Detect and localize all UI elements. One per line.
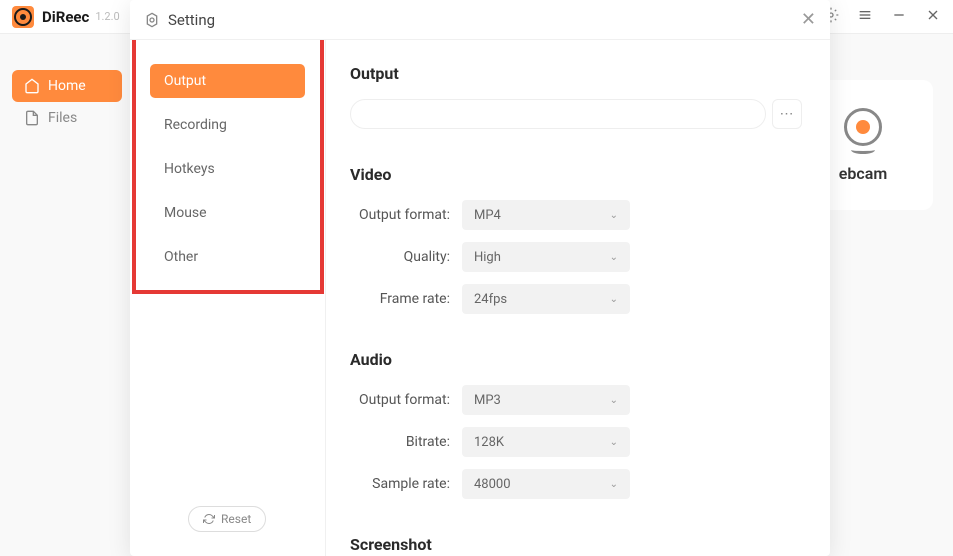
nav-home[interactable]: Home: [12, 70, 122, 102]
webcam-icon: [839, 108, 887, 156]
section-output-title: Output: [350, 64, 802, 83]
home-icon: [24, 78, 40, 94]
video-format-label: Output format:: [350, 207, 462, 223]
settings-content: Output ⋯ Video Output format: MP4 ⌄ Qual…: [326, 40, 830, 556]
settings-modal: Setting ✕ Output Recording Hotkeys Mouse…: [130, 0, 830, 556]
settings-nav: Output Recording Hotkeys Mouse Other Res…: [130, 40, 326, 556]
app-version: 1.2.0: [95, 10, 119, 23]
video-format-select[interactable]: MP4 ⌄: [462, 200, 630, 230]
reset-label: Reset: [221, 512, 251, 526]
audio-format-select[interactable]: MP3 ⌄: [462, 385, 630, 415]
settings-nav-recording[interactable]: Recording: [150, 108, 305, 142]
modal-header: Setting ✕: [130, 0, 830, 40]
refresh-icon: [203, 513, 215, 525]
audio-bitrate-label: Bitrate:: [350, 434, 462, 450]
audio-format-value: MP3: [474, 393, 501, 408]
audio-format-label: Output format:: [350, 392, 462, 408]
video-quality-value: High: [474, 250, 501, 265]
webcam-label: ebcam: [839, 164, 887, 183]
settings-nav-output[interactable]: Output: [150, 64, 305, 98]
section-audio-title: Audio: [350, 350, 802, 369]
nav-files[interactable]: Files: [12, 102, 122, 134]
video-quality-label: Quality:: [350, 249, 462, 265]
chevron-down-icon: ⌄: [610, 210, 618, 221]
ellipsis-icon: ⋯: [780, 106, 795, 122]
modal-close-icon[interactable]: ✕: [801, 9, 816, 30]
section-video-title: Video: [350, 165, 802, 184]
audio-samplerate-select[interactable]: 48000 ⌄: [462, 469, 630, 499]
nav-files-label: Files: [48, 110, 77, 126]
minimize-icon[interactable]: [891, 7, 907, 27]
settings-nav-hotkeys[interactable]: Hotkeys: [150, 152, 305, 186]
output-path-more-button[interactable]: ⋯: [772, 99, 802, 129]
settings-nav-other[interactable]: Other: [150, 240, 305, 274]
file-icon: [24, 110, 40, 126]
reset-button[interactable]: Reset: [188, 506, 266, 532]
chevron-down-icon: ⌄: [610, 479, 618, 490]
video-quality-select[interactable]: High ⌄: [462, 242, 630, 272]
chevron-down-icon: ⌄: [610, 252, 618, 263]
chevron-down-icon: ⌄: [610, 395, 618, 406]
output-path-input[interactable]: [350, 99, 766, 129]
main-sidebar: Home Files: [12, 70, 122, 134]
video-framerate-label: Frame rate:: [350, 291, 462, 307]
video-framerate-select[interactable]: 24fps ⌄: [462, 284, 630, 314]
audio-samplerate-value: 48000: [474, 477, 511, 492]
video-framerate-value: 24fps: [474, 292, 507, 307]
app-name: DiReec: [42, 8, 89, 26]
section-screenshot-title: Screenshot: [350, 535, 802, 554]
app-logo-icon: [12, 6, 34, 28]
menu-icon[interactable]: [857, 7, 873, 27]
close-window-icon[interactable]: [925, 7, 941, 27]
video-format-value: MP4: [474, 208, 501, 223]
chevron-down-icon: ⌄: [610, 437, 618, 448]
chevron-down-icon: ⌄: [610, 294, 618, 305]
settings-nav-mouse[interactable]: Mouse: [150, 196, 305, 230]
nav-home-label: Home: [48, 78, 86, 94]
audio-bitrate-value: 128K: [474, 435, 504, 450]
audio-samplerate-label: Sample rate:: [350, 476, 462, 492]
audio-bitrate-select[interactable]: 128K ⌄: [462, 427, 630, 457]
modal-title: Setting: [168, 11, 215, 29]
settings-icon: [144, 12, 160, 28]
